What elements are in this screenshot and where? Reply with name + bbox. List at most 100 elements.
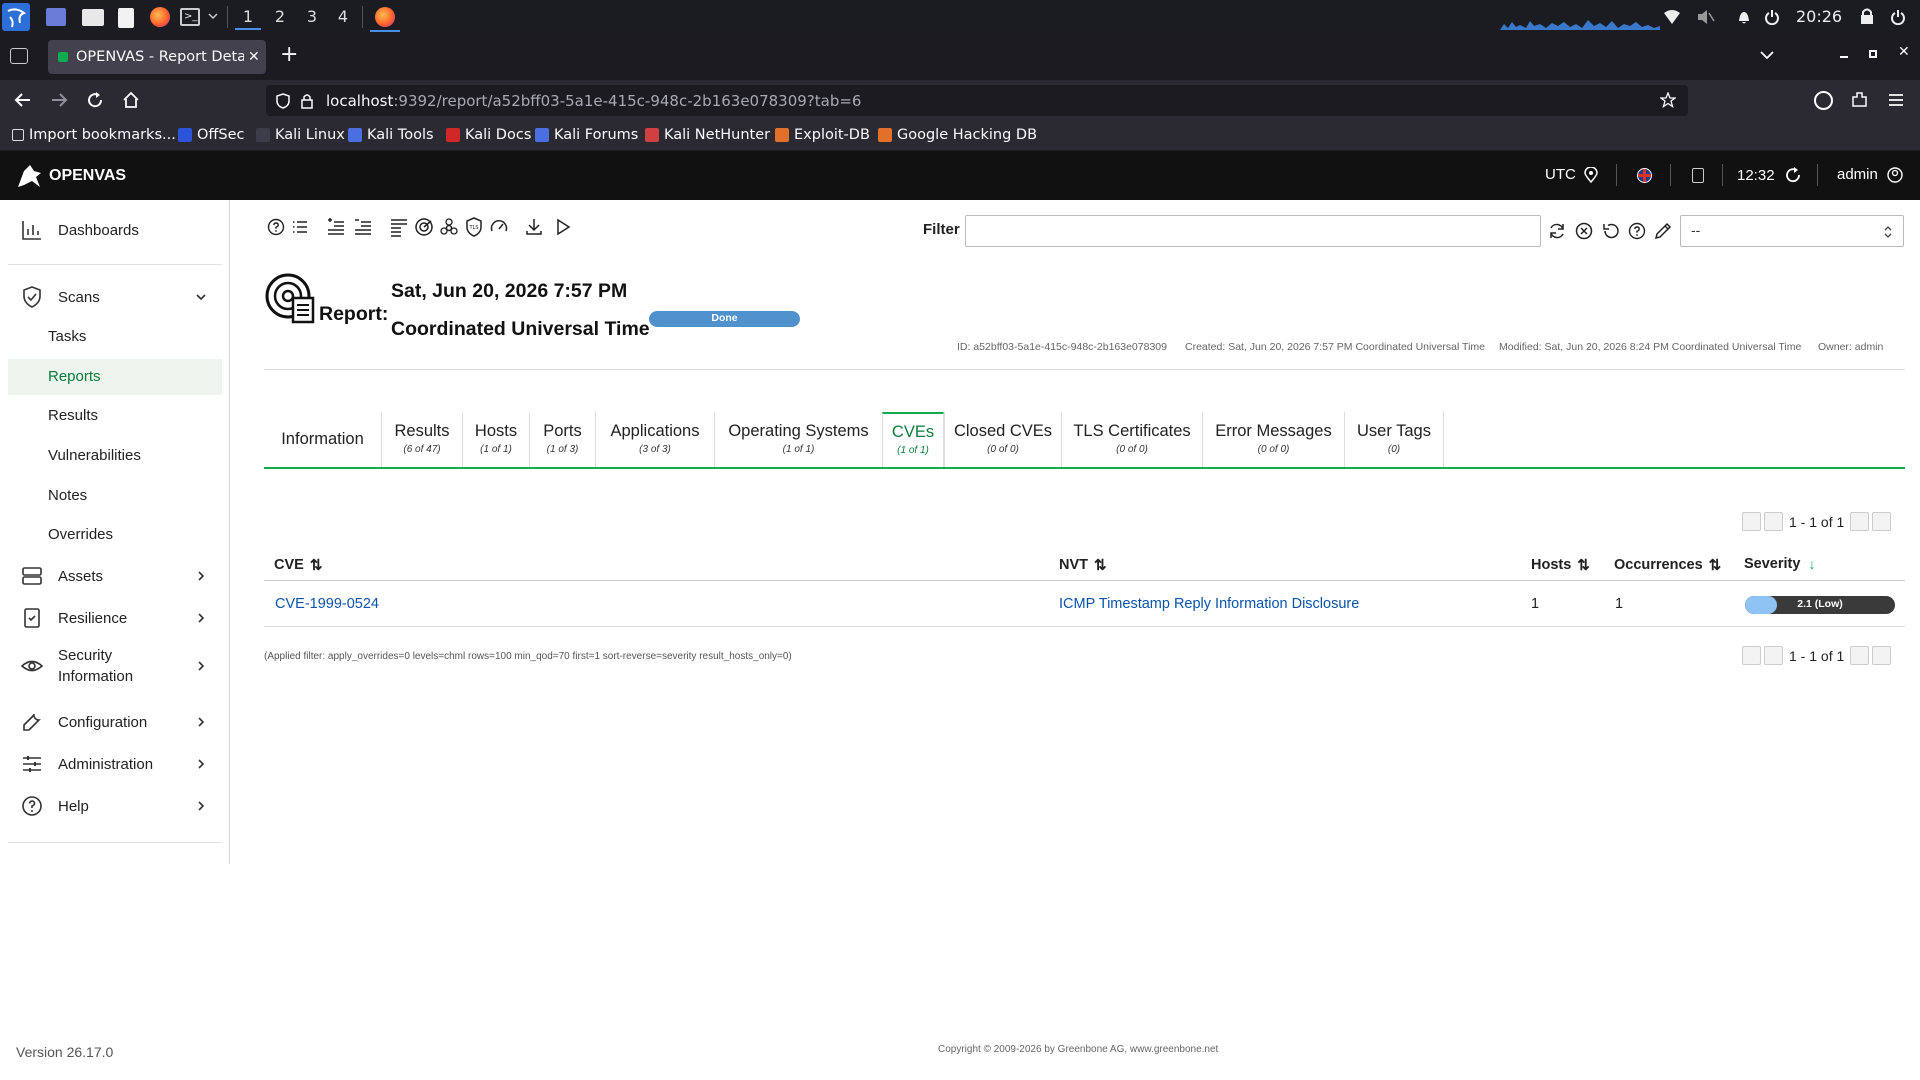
bookmark-exploit-db[interactable]: Exploit-DB <box>775 127 870 143</box>
performance-gauge-icon[interactable] <box>488 216 510 238</box>
sidebar-item-configuration[interactable]: Configuration <box>8 702 222 742</box>
language-flag-icon[interactable] <box>1637 168 1652 183</box>
remove-from-assets-icon[interactable] <box>352 216 374 238</box>
sidebar-item-resilience[interactable]: Resilience <box>8 598 222 638</box>
filter-select[interactable]: -- <box>1680 215 1904 247</box>
vulnerabilities-biohazard-icon[interactable] <box>438 216 460 238</box>
bookmark-kali-tools[interactable]: Kali Tools <box>348 127 434 143</box>
tab-cves[interactable]: CVEs (1 of 1) <box>882 412 944 468</box>
sidebar-item-administration[interactable]: Administration <box>8 744 222 784</box>
workspace-4[interactable]: 4 <box>330 4 356 30</box>
reset-filter-icon[interactable] <box>1600 220 1622 242</box>
new-tab-icon[interactable]: + <box>280 44 298 66</box>
tab-applications[interactable]: Applications (3 of 3) <box>595 412 714 468</box>
tab-hosts[interactable]: Hosts (1 of 1) <box>462 412 529 468</box>
user-menu[interactable]: admin <box>1837 166 1903 183</box>
tab-results[interactable]: Results (6 of 47) <box>381 412 462 468</box>
filter-help-icon[interactable] <box>1626 220 1648 242</box>
reload-icon[interactable] <box>86 91 104 109</box>
list-icon[interactable] <box>289 216 311 238</box>
browser-tab-active[interactable]: OPENVAS - Report Details ✕ <box>48 40 266 74</box>
sidebar-item-assets[interactable]: Assets <box>8 556 222 596</box>
bookmark-kali-forums[interactable]: Kali Forums <box>535 127 638 143</box>
sidebar-item-scans[interactable]: Scans <box>8 277 222 317</box>
url-bar[interactable]: localhost:9392/report/a52bff03-5a1e-415c… <box>266 85 1688 116</box>
tab-closed-cves[interactable]: Closed CVEs (0 of 0) <box>944 412 1061 468</box>
sidebar-item-security-information[interactable]: Security Information <box>8 641 222 691</box>
page-info-icon[interactable] <box>300 93 314 109</box>
close-tab-icon[interactable]: ✕ <box>248 49 260 65</box>
kali-menu-icon[interactable] <box>2 3 30 31</box>
first-page-icon[interactable] <box>1742 512 1761 531</box>
openvas-logo[interactable]: OPENVAS <box>14 161 126 191</box>
system-clock[interactable]: 20:26 <box>1796 7 1842 26</box>
filter-input[interactable] <box>965 215 1541 247</box>
sidebar-item-dashboards[interactable]: Dashboards <box>8 210 222 250</box>
previous-page-icon[interactable] <box>1764 646 1783 665</box>
volume-muted-icon[interactable] <box>1697 9 1715 25</box>
tab-information[interactable]: Information <box>264 412 381 468</box>
next-page-icon[interactable] <box>1850 512 1870 531</box>
column-header-severity[interactable]: Severity ↓ <box>1744 556 1815 572</box>
firefox-window-icon[interactable] <box>370 2 400 32</box>
text-editor-icon[interactable] <box>118 8 134 28</box>
close-window-icon[interactable]: ✕ <box>1898 44 1910 60</box>
tls-certificates-icon[interactable]: TLS <box>463 216 485 238</box>
chevron-down-icon[interactable] <box>208 11 218 21</box>
firefox-launcher-icon[interactable] <box>150 7 170 27</box>
bookmark-offsec[interactable]: OffSec <box>178 127 245 143</box>
forward-arrow-icon[interactable] <box>50 92 68 108</box>
tab-tls-certificates[interactable]: TLS Certificates (0 of 0) <box>1061 412 1202 468</box>
sidebar-item-overrides[interactable]: Overrides <box>8 517 222 553</box>
tab-overview-icon[interactable] <box>10 48 28 64</box>
column-header-cve[interactable]: CVE ⇅ <box>274 556 322 574</box>
list-all-tabs-icon[interactable] <box>1760 50 1774 60</box>
tab-user-tags[interactable]: User Tags (0) <box>1344 412 1444 468</box>
sidebar-item-help[interactable]: Help <box>8 786 222 826</box>
lock-icon[interactable] <box>1860 8 1874 25</box>
minimize-icon[interactable] <box>1840 56 1848 58</box>
download-icon[interactable] <box>523 216 545 238</box>
shield-icon[interactable] <box>276 92 290 109</box>
column-header-nvt[interactable]: NVT ⇅ <box>1059 556 1107 574</box>
edit-filter-pencil-icon[interactable] <box>1652 220 1674 242</box>
extensions-icon[interactable] <box>1851 91 1868 108</box>
bookmark-star-icon[interactable] <box>1660 92 1676 108</box>
desktop-icon[interactable] <box>46 8 66 26</box>
hamburger-menu-icon[interactable] <box>1888 93 1904 107</box>
workspace-1[interactable]: 1 <box>235 4 261 30</box>
column-header-occurrences[interactable]: Occurrences ⇅ <box>1614 556 1721 574</box>
bookmark-kali-linux[interactable]: Kali Linux <box>256 127 345 143</box>
maximize-icon[interactable] <box>1869 50 1877 58</box>
home-icon[interactable] <box>122 91 140 109</box>
sidebar-item-notes[interactable]: Notes <box>8 478 222 514</box>
remove-filter-icon[interactable] <box>1573 220 1595 242</box>
sidebar-item-results[interactable]: Results <box>8 398 222 434</box>
sidebar-item-tasks[interactable]: Tasks <box>8 319 222 355</box>
help-icon[interactable] <box>265 216 287 238</box>
sidebar-item-reports[interactable]: Reports <box>8 359 222 395</box>
terminal-icon[interactable]: >_ <box>180 8 200 26</box>
trigger-alert-icon[interactable] <box>552 216 574 238</box>
power-icon[interactable] <box>1764 9 1780 25</box>
sidebar-item-vulnerabilities[interactable]: Vulnerabilities <box>8 438 222 474</box>
column-header-hosts[interactable]: Hosts ⇅ <box>1531 556 1590 574</box>
tab-ports[interactable]: Ports (1 of 3) <box>529 412 595 468</box>
nvt-link[interactable]: ICMP Timestamp Reply Information Disclos… <box>1059 596 1359 612</box>
bookmark-kali-nethunter[interactable]: Kali NetHunter <box>645 127 770 143</box>
next-page-icon[interactable] <box>1850 646 1870 665</box>
refresh-session-icon[interactable] <box>1784 166 1802 184</box>
previous-page-icon[interactable] <box>1764 512 1783 531</box>
cve-link[interactable]: CVE-1999-0524 <box>275 596 379 612</box>
last-page-icon[interactable] <box>1872 512 1892 531</box>
results-radar-icon[interactable] <box>413 216 435 238</box>
logout-icon[interactable] <box>1890 9 1906 25</box>
task-report-list-icon[interactable] <box>388 216 410 238</box>
bookmark-ghdb[interactable]: Google Hacking DB <box>878 127 1037 143</box>
tab-error-messages[interactable]: Error Messages (0 of 0) <box>1202 412 1344 468</box>
workspace-2[interactable]: 2 <box>267 4 293 30</box>
back-arrow-icon[interactable] <box>14 92 32 108</box>
account-icon[interactable] <box>1814 91 1833 110</box>
update-filter-icon[interactable] <box>1546 220 1568 242</box>
tab-operating-systems[interactable]: Operating Systems (1 of 1) <box>714 412 882 468</box>
